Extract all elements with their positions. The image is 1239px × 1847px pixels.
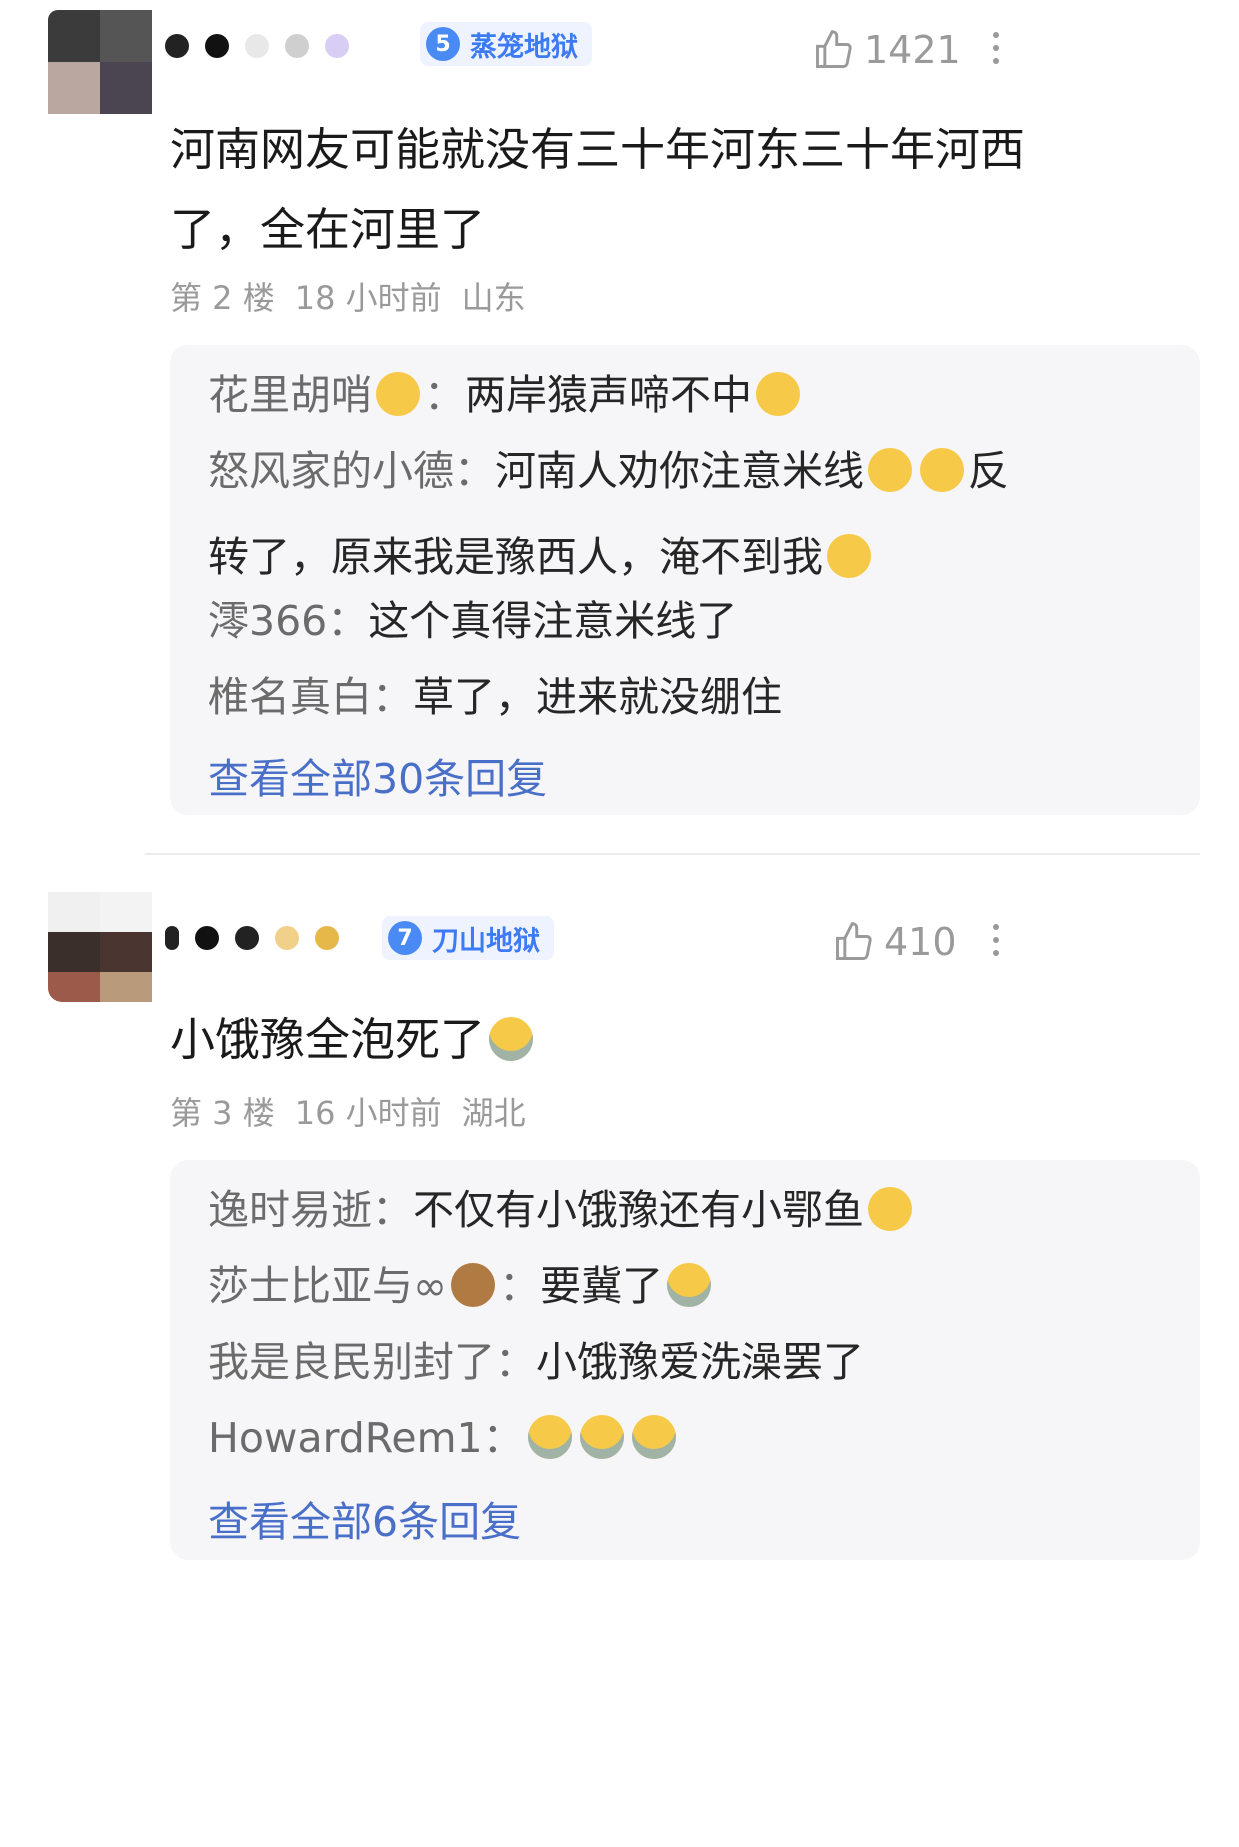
comment-text-line: 河南网友可能就没有三十年河东三十年河西 [170,123,1026,176]
reply-author[interactable]: 怒风家的小德 [208,447,454,495]
crying-emoji-icon [527,1415,572,1459]
reply-item[interactable]: 澪366：这个真得注意米线了 [208,577,1168,665]
timestamp: 16 小时前 [294,1094,442,1132]
reply-box: 逸时易逝：不仅有小饿豫还有小鄂鱼 莎士比亚与∞ ：要冀了 我是良民别封了：小饿豫爱… [170,1160,1200,1560]
reply-author[interactable]: 花里胡哨 [208,371,372,419]
level-badge: 7 刀山地狱 [382,916,554,960]
location: 山东 [461,279,526,317]
reply-item[interactable]: 逸时易逝：不仅有小饿豫还有小鄂鱼 [208,1166,1168,1254]
reply-text: 不仅有小饿豫还有小鄂鱼 [413,1186,864,1234]
level-title: 刀山地狱 [432,925,540,957]
comment-text: 河南网友可能就没有三十年河东三十年河西 了，全在河里了 [170,105,1130,275]
thumbs-up-icon [816,30,852,68]
reply-item[interactable]: 我是良民别封了：小饿豫爱洗澡罢了 [208,1318,1168,1406]
timestamp: 18 小时前 [294,279,442,317]
comment-text-line: 小饿豫全泡死了 [170,1013,486,1066]
like-button[interactable]: 410 [832,920,957,964]
more-vertical-icon[interactable] [986,32,1006,64]
username[interactable] [165,24,365,68]
like-button[interactable]: 1421 [812,28,961,72]
comment-meta: 第 2 楼 18 小时前 山东 [170,273,526,319]
comment-text: 小饿豫全泡死了 [170,995,1130,1085]
laughing-emoji-icon [756,372,800,416]
avatar[interactable] [48,892,158,1002]
comment-meta: 第 3 楼 16 小时前 湖北 [170,1088,526,1134]
like-count: 1421 [864,28,961,72]
reply-text: 要冀了 [540,1262,664,1310]
username[interactable] [165,916,355,960]
reply-author[interactable]: 椎名真白 [208,673,372,721]
reply-item[interactable]: HowardRem1： [208,1394,1168,1482]
laughing-emoji-icon [827,534,871,578]
reply-text: 这个真得注意米线了 [368,597,738,645]
level-diamond-icon: 5 [426,27,460,61]
reply-author[interactable]: 莎士比亚与∞ [208,1262,447,1310]
view-all-replies-link[interactable]: 查看全部30条回复 [208,745,547,805]
reply-author[interactable]: 澪366 [208,597,327,645]
view-all-replies-link[interactable]: 查看全部6条回复 [208,1488,521,1548]
more-vertical-icon[interactable] [986,924,1006,956]
reply-author[interactable]: 我是良民别封了 [208,1338,495,1386]
reply-text-suffix: 反 [968,447,1009,495]
smile-emoji-icon [868,448,912,492]
smile-emoji-icon [920,448,964,492]
avatar[interactable] [48,10,158,120]
location: 湖北 [461,1094,526,1132]
reply-text: 草了，进来就没绷住 [413,673,782,721]
reply-text: 小饿豫爱洗澡罢了 [536,1338,864,1386]
comment-text-line: 了，全在河里了 [170,203,486,256]
level-title: 蒸笼地狱 [470,31,578,63]
crying-emoji-icon [579,1415,624,1459]
monkey-emoji-icon [451,1263,496,1307]
comment-card: 5 蒸笼地狱 1421 河南网友可能就没有三十年河东三十年河西 了，全在河里了 … [0,0,1239,850]
divider [145,853,1200,855]
reply-item[interactable]: 怒风家的小德：河南人劝你注意米线反 [208,427,1168,515]
comment-card: 7 刀山地狱 410 小饿豫全泡死了 第 3 楼 16 小时前 湖北 逸时易逝：… [0,870,1239,1847]
reply-item[interactable]: 花里胡哨 ：两岸猿声啼不中 [208,351,1168,439]
smirk-emoji-icon [376,372,420,416]
reply-text: 河南人劝你注意米线 [495,447,864,495]
crying-emoji-icon [489,1017,534,1061]
floor-number: 第 2 楼 [170,279,275,317]
reply-continuation: 转了，原来我是豫西人，淹不到我 [208,523,875,583]
reply-item[interactable]: 莎士比亚与∞ ：要冀了 [208,1242,1168,1330]
reply-box: 花里胡哨 ：两岸猿声啼不中 怒风家的小德：河南人劝你注意米线反 转了，原来我是豫西… [170,345,1200,815]
level-diamond-icon: 7 [388,921,422,955]
level-badge: 5 蒸笼地狱 [420,22,592,66]
crying-emoji-icon [631,1415,676,1459]
thumbs-up-icon [836,922,872,960]
reply-author[interactable]: 逸时易逝 [208,1186,372,1234]
sneezing-emoji-icon [868,1187,912,1231]
reply-author[interactable]: HowardRem1 [208,1414,483,1462]
reply-text: 转了，原来我是豫西人，淹不到我 [208,533,823,581]
like-count: 410 [884,920,957,964]
crying-emoji-icon [667,1263,712,1307]
reply-item[interactable]: 椎名真白：草了，进来就没绷住 [208,653,1168,741]
floor-number: 第 3 楼 [170,1094,275,1132]
reply-text: 两岸猿声啼不中 [465,371,752,419]
